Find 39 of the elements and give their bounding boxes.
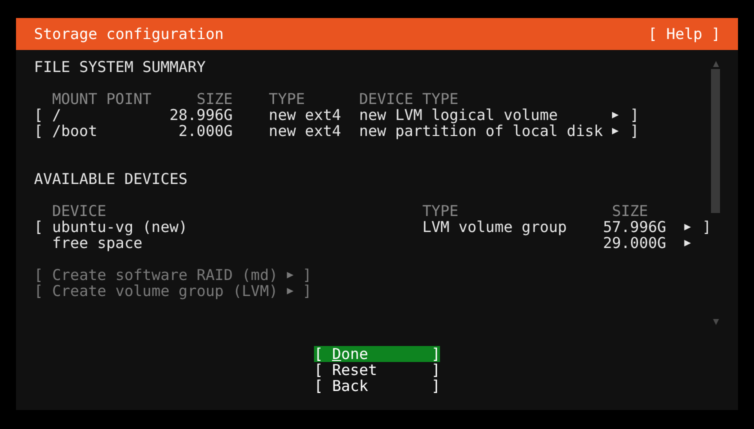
device-type-cell-text: new LVM logical volume	[359, 107, 559, 123]
bracket: [	[34, 123, 44, 139]
scroll-down-icon[interactable]	[712, 318, 720, 326]
column-header: DEVICE TYPE	[359, 91, 460, 107]
device-type-cell-text: new partition of local disk	[359, 123, 604, 139]
column-header: MOUNT POINT	[52, 91, 152, 107]
help-link[interactable]: [ Help ]	[648, 26, 720, 42]
bracket: ]	[630, 107, 640, 123]
mount-point[interactable]: /boot	[52, 123, 160, 139]
size-cell-text: 28.996G	[168, 107, 233, 123]
column-header: TYPE	[268, 91, 306, 107]
bracket: ]	[702, 219, 712, 235]
menu-button[interactable]: [ Reset ]	[314, 362, 440, 378]
scrollbar-thumb[interactable]	[711, 69, 720, 213]
menu-arrow[interactable]: ▶	[684, 235, 702, 251]
window-title: Storage configuration	[34, 26, 224, 42]
size-cell-text: 2.000G	[178, 123, 233, 139]
section-heading: AVAILABLE DEVICES	[34, 171, 188, 187]
menu-button[interactable]: [ Done ]	[314, 346, 440, 362]
bracket: [	[34, 107, 44, 123]
section-heading: FILE SYSTEM SUMMARY	[34, 59, 206, 75]
menu-arrow[interactable]: ▶	[684, 219, 702, 235]
bracket: [	[34, 219, 44, 235]
type-cell-text: LVM volume group	[422, 219, 568, 235]
column-header: SIZE	[196, 91, 233, 107]
device-name[interactable]: free space	[52, 235, 422, 251]
type-cell-text: new ext4	[268, 107, 342, 123]
size-cell: 29.000G	[602, 235, 666, 251]
menu-arrow[interactable]: ▶	[612, 107, 630, 123]
column-header: TYPE	[422, 203, 459, 219]
menu-button[interactable]: [ Back ]	[314, 378, 440, 394]
device-name[interactable]: ubuntu-vg (new)	[52, 219, 422, 235]
type-cell-text: new ext4	[268, 123, 342, 139]
bracket: ]	[630, 123, 640, 139]
column-header: SIZE	[610, 203, 650, 219]
mount-point[interactable]: /	[52, 107, 160, 123]
menu-arrow[interactable]: ▶	[612, 123, 630, 139]
column-header: DEVICE	[52, 203, 108, 219]
size-cell: 57.996G	[602, 219, 666, 235]
